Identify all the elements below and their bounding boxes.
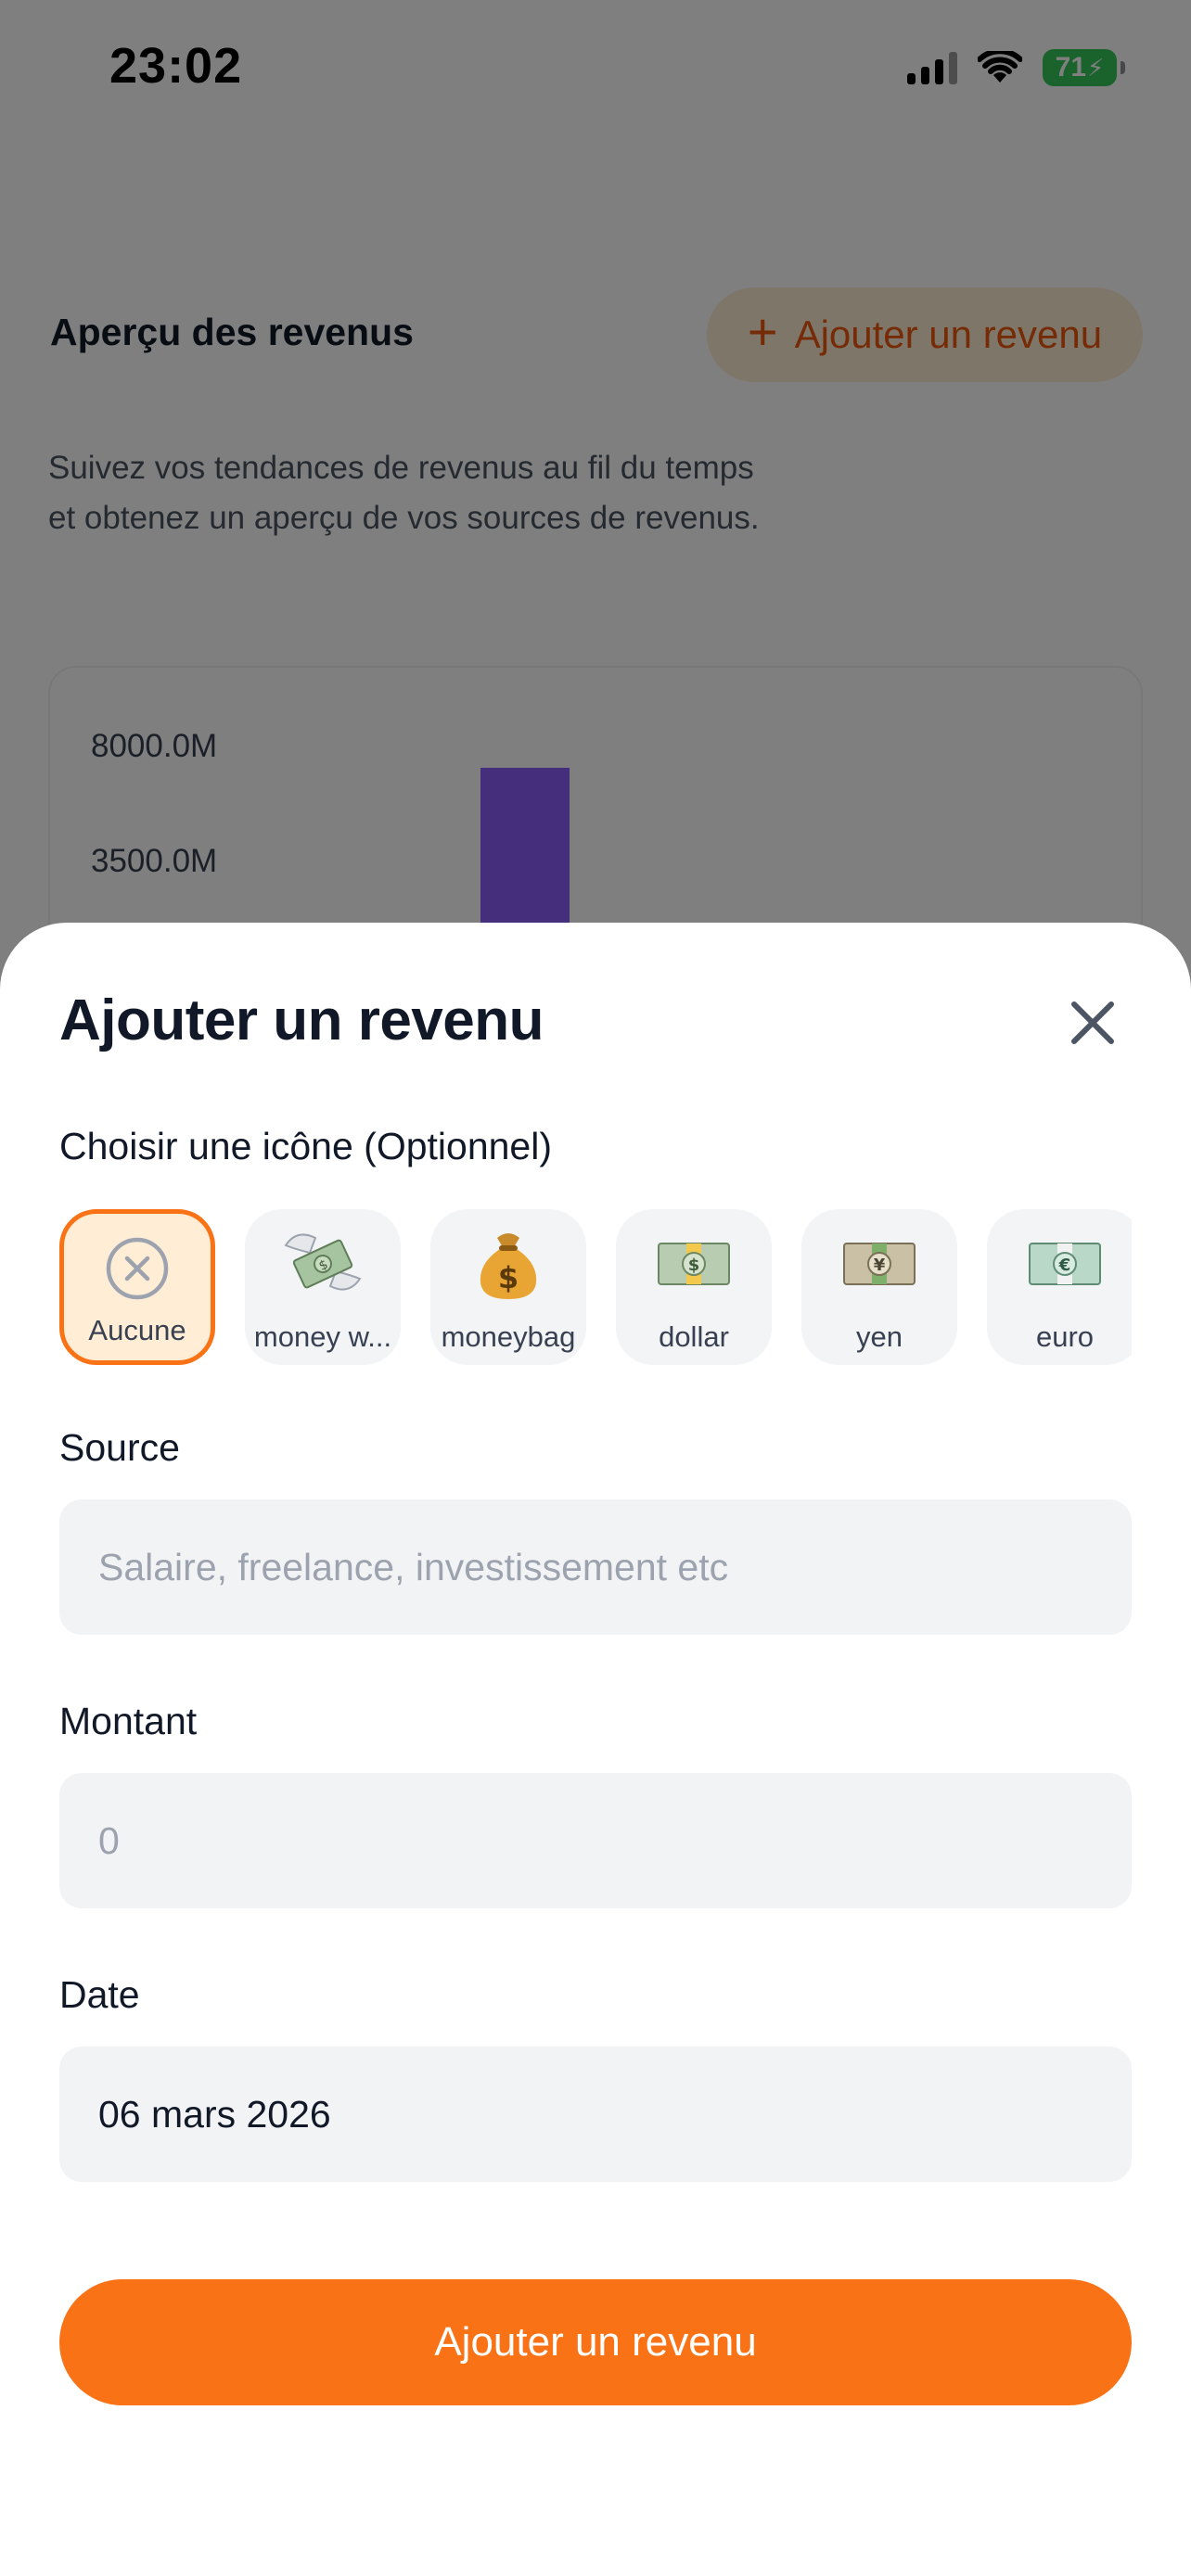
- icon-option-label: money w...: [253, 1320, 392, 1353]
- yen-banknote-icon: ¥: [843, 1243, 916, 1285]
- icon-option-label: dollar: [659, 1320, 729, 1353]
- svg-text:€: €: [1058, 1256, 1071, 1275]
- icon-option-label: moneybag: [441, 1320, 576, 1353]
- amount-field[interactable]: [59, 1773, 1132, 1908]
- icon-option-euro[interactable]: € euro: [987, 1209, 1132, 1365]
- euro-banknote-icon: €: [1029, 1243, 1101, 1285]
- amount-input[interactable]: [59, 1773, 1132, 1908]
- money-with-wings-icon: $: [284, 1233, 362, 1291]
- icon-option-label: yen: [856, 1320, 903, 1353]
- icon-option-dollar[interactable]: $ dollar: [616, 1209, 772, 1365]
- icon-picker-label: Choisir une icône (Optionnel): [59, 1125, 552, 1167]
- source-input[interactable]: [59, 1499, 1132, 1635]
- icon-option-money-with-wings[interactable]: $ money w...: [245, 1209, 401, 1365]
- svg-text:$: $: [498, 1260, 519, 1295]
- icon-option-yen[interactable]: ¥ yen: [801, 1209, 957, 1365]
- add-income-submit-button[interactable]: Ajouter un revenu: [59, 2279, 1132, 2405]
- close-button[interactable]: [1057, 988, 1128, 1058]
- source-label: Source: [59, 1426, 180, 1469]
- icon-option-label: Aucune: [88, 1314, 186, 1346]
- circle-x-icon: [106, 1237, 169, 1300]
- date-value: 06 mars 2026: [98, 2092, 331, 2136]
- amount-label: Montant: [59, 1700, 198, 1742]
- sheet-title: Ajouter un revenu: [59, 988, 544, 1052]
- svg-text:¥: ¥: [874, 1256, 886, 1275]
- add-income-sheet: Ajouter un revenu Choisir une icône (Opt…: [0, 923, 1191, 2576]
- svg-text:$: $: [688, 1256, 700, 1275]
- close-icon: [1071, 1001, 1114, 1044]
- icon-picker[interactable]: Aucune $ money w... $ moneybag $ dollar …: [59, 1209, 1132, 1367]
- source-field[interactable]: [59, 1499, 1132, 1635]
- dollar-banknote-icon: $: [658, 1243, 730, 1285]
- icon-option-none[interactable]: Aucune: [59, 1209, 215, 1365]
- icon-option-label: euro: [1035, 1320, 1095, 1353]
- date-picker[interactable]: 06 mars 2026: [59, 2047, 1132, 2182]
- moneybag-icon: $: [480, 1233, 537, 1299]
- date-label: Date: [59, 1973, 140, 2016]
- icon-option-moneybag[interactable]: $ moneybag: [430, 1209, 586, 1365]
